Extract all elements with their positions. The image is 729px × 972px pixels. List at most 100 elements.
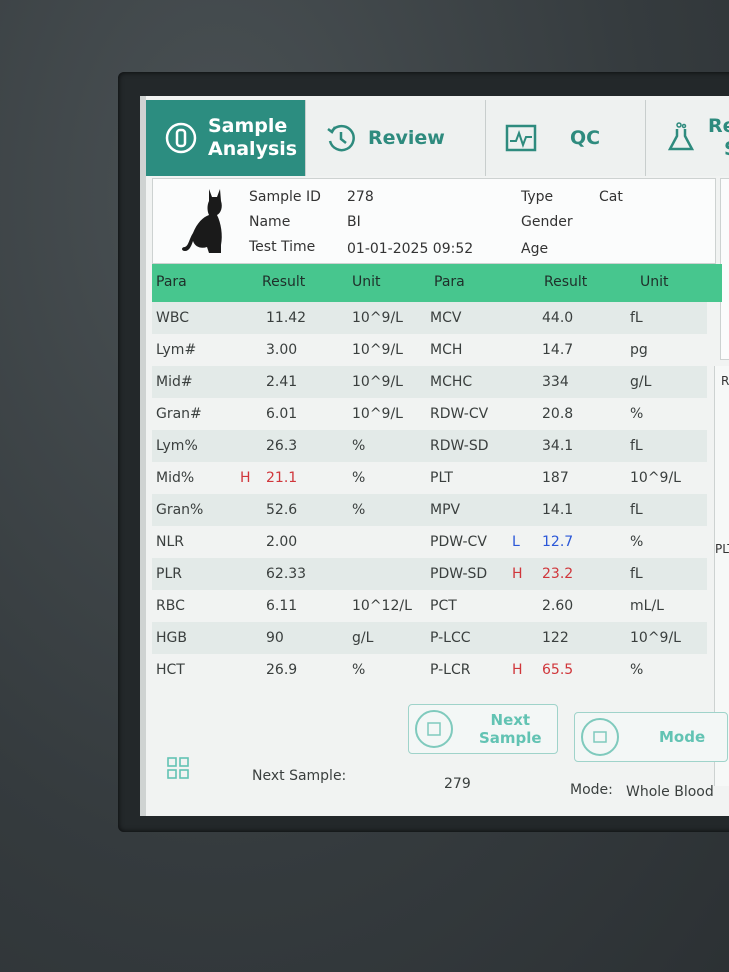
header-unit: Unit: [352, 274, 381, 290]
type-label: Type: [521, 189, 554, 205]
table-row: Mid# 2.41 10^9/L MCHC 334 g/L: [152, 366, 707, 398]
unit: mL/L: [630, 598, 664, 614]
param-name: Lym%: [156, 438, 198, 454]
param-name: PLR: [156, 566, 182, 582]
mode-status-value: Whole Blood: [626, 784, 714, 800]
result-value: 2.00: [266, 534, 298, 550]
table-row: NLR 2.00 PDW-CV L 12.7%: [152, 526, 707, 558]
param-name: HCT: [156, 662, 185, 678]
param-name: Lym#: [156, 342, 197, 358]
unit: %: [352, 502, 366, 518]
next-sample-button[interactable]: Next Sample: [408, 704, 558, 754]
result-value: 122: [542, 630, 569, 646]
param-name: P-LCR: [430, 662, 471, 678]
result-value: 20.8: [542, 406, 574, 422]
param-name: MCV: [430, 310, 462, 326]
sample-analysis-icon: [164, 121, 198, 155]
result-value: 2.41: [266, 374, 298, 390]
result-value: 65.5: [542, 662, 574, 678]
result-value: 23.2: [542, 566, 574, 582]
grid-menu-icon[interactable]: [166, 756, 190, 780]
table-row: HGB 90 g/L P-LCC 122 10^9/L: [152, 622, 707, 654]
unit: 10^9/L: [352, 374, 403, 390]
param-name: Gran#: [156, 406, 202, 422]
param-name: RDW-CV: [430, 406, 489, 422]
next-sample-status-value: 279: [444, 776, 471, 792]
test-time-value: 01-01-2025 09:52: [347, 241, 474, 257]
unit: g/L: [352, 630, 374, 646]
param-name: MCHC: [430, 374, 473, 390]
param-name: Mid#: [156, 374, 193, 390]
result-value: 90: [266, 630, 284, 646]
sample-id-value: 278: [347, 189, 374, 205]
unit: 10^9/L: [352, 342, 403, 358]
table-row: HCT 26.9% P-LCR H 65.5%: [152, 654, 707, 686]
table-row: RBC 6.11 10^12/L PCT 2.60 mL/L: [152, 590, 707, 622]
param-name: Gran%: [156, 502, 204, 518]
unit: fL: [630, 566, 643, 582]
tab-label: QC: [570, 126, 601, 149]
result-value: 11.42: [266, 310, 307, 326]
param-name: MPV: [430, 502, 461, 518]
result-value: 334: [542, 374, 569, 390]
result-value: 26.3: [266, 438, 298, 454]
result-value: 26.9: [266, 662, 298, 678]
table-row: WBC 11.42 10^9/L MCV 44.0 fL: [152, 302, 707, 334]
tab-reagent[interactable]: ReS: [646, 100, 729, 176]
next-sample-icon: [415, 710, 453, 748]
mode-icon: [581, 718, 619, 756]
re-label: RE: [721, 374, 729, 388]
unit: %: [630, 534, 644, 550]
header-result: Result: [262, 274, 306, 290]
tab-label: S: [724, 138, 729, 161]
unit: 10^12/L: [352, 598, 412, 614]
unit: fL: [630, 310, 643, 326]
main-tab-bar: SampleAnalysis Review QC ReS: [146, 100, 729, 176]
param-name: MCH: [430, 342, 463, 358]
unit: g/L: [630, 374, 652, 390]
result-value: 21.1: [266, 470, 298, 486]
flag: H: [512, 662, 523, 678]
tab-review[interactable]: Review: [306, 100, 486, 176]
unit: %: [352, 438, 366, 454]
param-name: PLT: [430, 470, 453, 486]
test-time-label: Test Time: [249, 239, 316, 255]
param-name: Mid%: [156, 470, 195, 486]
mode-button[interactable]: Mode: [574, 712, 728, 762]
unit: fL: [630, 502, 643, 518]
next-sample-label: Next: [490, 711, 531, 729]
header-para: Para: [434, 274, 465, 290]
table-row: Mid% H 21.1% PLT 187 10^9/L: [152, 462, 707, 494]
param-name: PCT: [430, 598, 457, 614]
results-table-header: Para Result Unit Para Result Unit: [152, 264, 722, 302]
tab-label: Analysis: [208, 138, 298, 160]
param-name: WBC: [156, 310, 189, 326]
result-value: 12.7: [542, 534, 574, 550]
header-para: Para: [156, 274, 187, 290]
tab-label: Review: [368, 126, 445, 149]
tab-qc[interactable]: QC: [486, 100, 646, 176]
result-value: 14.1: [542, 502, 574, 518]
param-name: NLR: [156, 534, 184, 550]
result-value: 2.60: [542, 598, 574, 614]
name-label: Name: [249, 214, 291, 230]
unit: %: [352, 662, 366, 678]
sample-id-label: Sample ID: [249, 189, 321, 205]
table-row: Gran# 6.01 10^9/L RDW-CV 20.8%: [152, 398, 707, 430]
table-row: Gran% 52.6% MPV 14.1 fL: [152, 494, 707, 526]
header-result: Result: [544, 274, 588, 290]
param-name: HGB: [156, 630, 187, 646]
unit: pg: [630, 342, 648, 358]
result-value: 3.00: [266, 342, 298, 358]
param-name: RBC: [156, 598, 185, 614]
flag: H: [240, 470, 251, 486]
result-value: 34.1: [542, 438, 574, 454]
qc-icon: [504, 121, 538, 155]
type-value: Cat: [599, 189, 623, 205]
flag: L: [512, 534, 520, 550]
unit: %: [630, 662, 644, 678]
result-value: 14.7: [542, 342, 574, 358]
age-label: Age: [521, 241, 549, 257]
param-name: P-LCC: [430, 630, 471, 646]
tab-sample-analysis[interactable]: Sample Analysis: [146, 100, 306, 176]
